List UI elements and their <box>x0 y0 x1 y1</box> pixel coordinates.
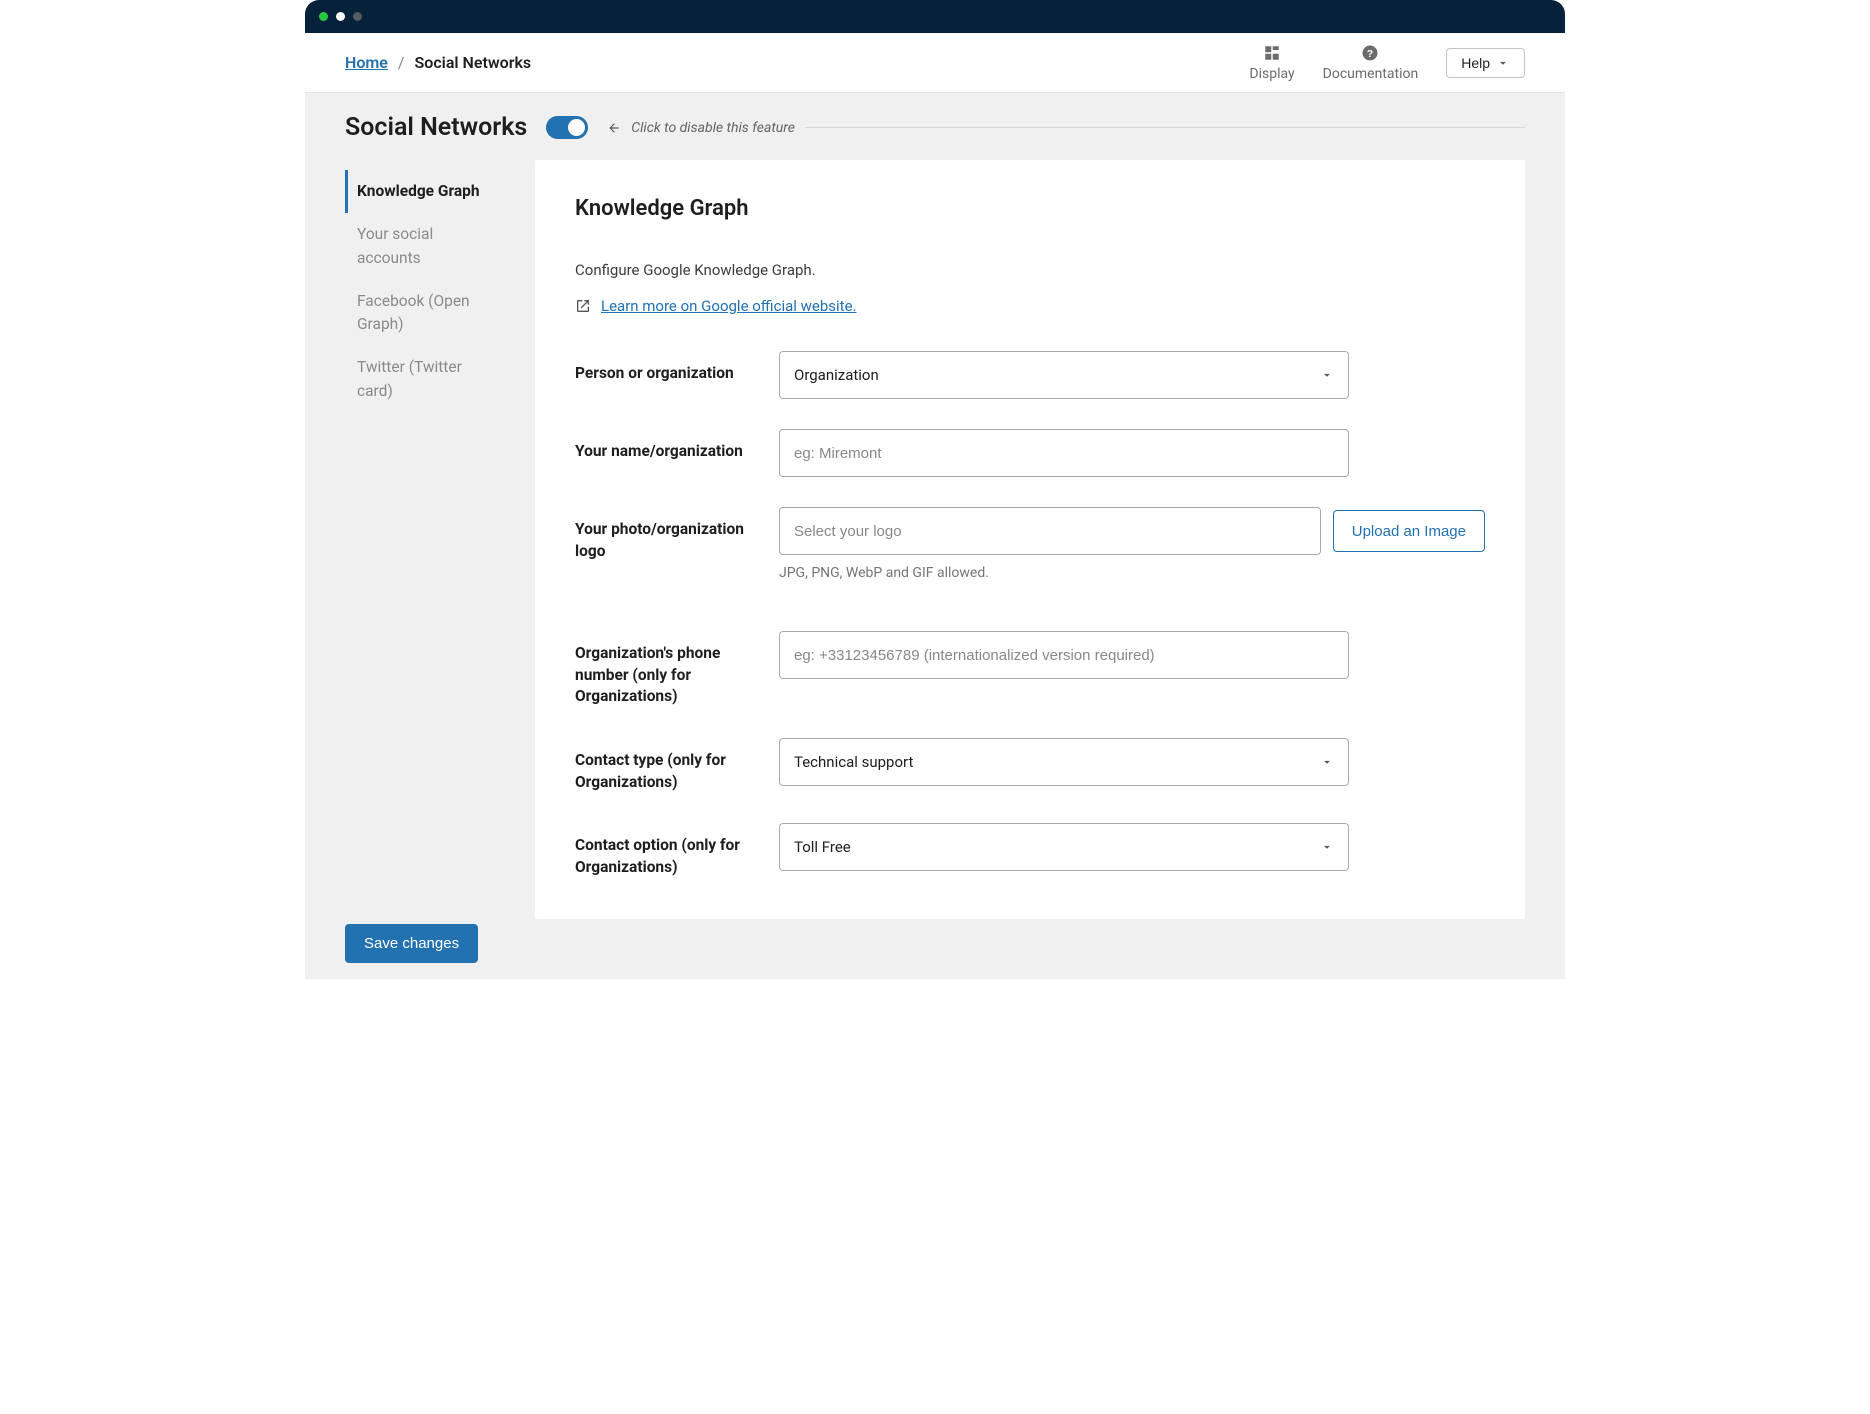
traffic-light-green[interactable] <box>319 12 328 21</box>
question-circle-icon: ? <box>1361 44 1379 62</box>
documentation-link[interactable]: ? Documentation <box>1323 44 1419 82</box>
select-person-or-org[interactable]: Organization <box>779 351 1349 399</box>
toggle-knob <box>568 119 585 136</box>
arrow-left-icon <box>607 121 621 135</box>
save-btn-label: Save changes <box>364 935 459 952</box>
divider <box>805 127 1525 128</box>
breadcrumb-separator: / <box>398 53 405 72</box>
chevron-down-icon <box>1320 368 1334 382</box>
toggle-hint-text: Click to disable this feature <box>631 120 795 136</box>
chevron-down-icon <box>1320 840 1334 854</box>
page-title: Social Networks <box>345 113 527 142</box>
dashboard-icon <box>1263 44 1281 62</box>
select-contact-option[interactable]: Toll Free <box>779 823 1349 871</box>
label-logo: Your photo/organization logo <box>575 507 755 562</box>
select-contact-type[interactable]: Technical support <box>779 738 1349 786</box>
traffic-light-grey[interactable] <box>353 12 362 21</box>
documentation-label: Documentation <box>1323 66 1419 82</box>
chevron-down-icon <box>1320 755 1334 769</box>
help-label: Help <box>1461 55 1490 71</box>
upload-btn-label: Upload an Image <box>1352 523 1466 540</box>
display-label: Display <box>1249 66 1294 82</box>
input-phone[interactable] <box>779 631 1349 679</box>
sidebar: Knowledge Graph Your social accounts Fac… <box>345 160 497 919</box>
sidebar-item-knowledge-graph[interactable]: Knowledge Graph <box>345 170 497 213</box>
feature-toggle[interactable] <box>547 117 587 138</box>
breadcrumb-current: Social Networks <box>415 53 532 72</box>
sidebar-item-label: Knowledge Graph <box>357 182 480 200</box>
input-name-org[interactable] <box>779 429 1349 477</box>
label-person-or-org: Person or organization <box>575 351 755 385</box>
label-contact-type: Contact type (only for Organizations) <box>575 738 755 793</box>
input-logo[interactable] <box>779 507 1321 555</box>
sidebar-item-label: Facebook (Open Graph) <box>357 292 470 333</box>
learn-more-link[interactable]: Learn more on Google official website. <box>601 297 856 315</box>
upload-image-button[interactable]: Upload an Image <box>1333 510 1485 552</box>
svg-text:?: ? <box>1367 47 1373 59</box>
select-value: Toll Free <box>794 838 851 856</box>
window-titlebar <box>305 0 1565 33</box>
sidebar-item-label: Twitter (Twitter card) <box>357 358 462 399</box>
label-contact-option: Contact option (only for Organizations) <box>575 823 755 878</box>
save-changes-button[interactable]: Save changes <box>345 924 478 963</box>
label-name-org: Your name/organization <box>575 429 755 463</box>
chevron-down-icon <box>1496 56 1510 70</box>
help-button[interactable]: Help <box>1446 48 1525 78</box>
external-link-icon <box>575 298 591 314</box>
breadcrumb-home[interactable]: Home <box>345 53 388 72</box>
sidebar-item-twitter[interactable]: Twitter (Twitter card) <box>345 346 497 413</box>
sidebar-item-social-accounts[interactable]: Your social accounts <box>345 213 497 280</box>
settings-card: Knowledge Graph Configure Google Knowled… <box>535 160 1525 919</box>
select-value: Technical support <box>794 753 913 771</box>
traffic-light-white[interactable] <box>336 12 345 21</box>
display-link[interactable]: Display <box>1249 44 1294 82</box>
logo-hint: JPG, PNG, WebP and GIF allowed. <box>779 565 1485 581</box>
card-heading: Knowledge Graph <box>575 196 1485 221</box>
label-phone: Organization's phone number (only for Or… <box>575 631 755 708</box>
breadcrumb: Home / Social Networks <box>345 53 531 72</box>
card-description: Configure Google Knowledge Graph. <box>575 261 1485 279</box>
select-value: Organization <box>794 366 879 384</box>
sidebar-item-label: Your social accounts <box>357 225 433 266</box>
sidebar-item-facebook[interactable]: Facebook (Open Graph) <box>345 280 497 347</box>
